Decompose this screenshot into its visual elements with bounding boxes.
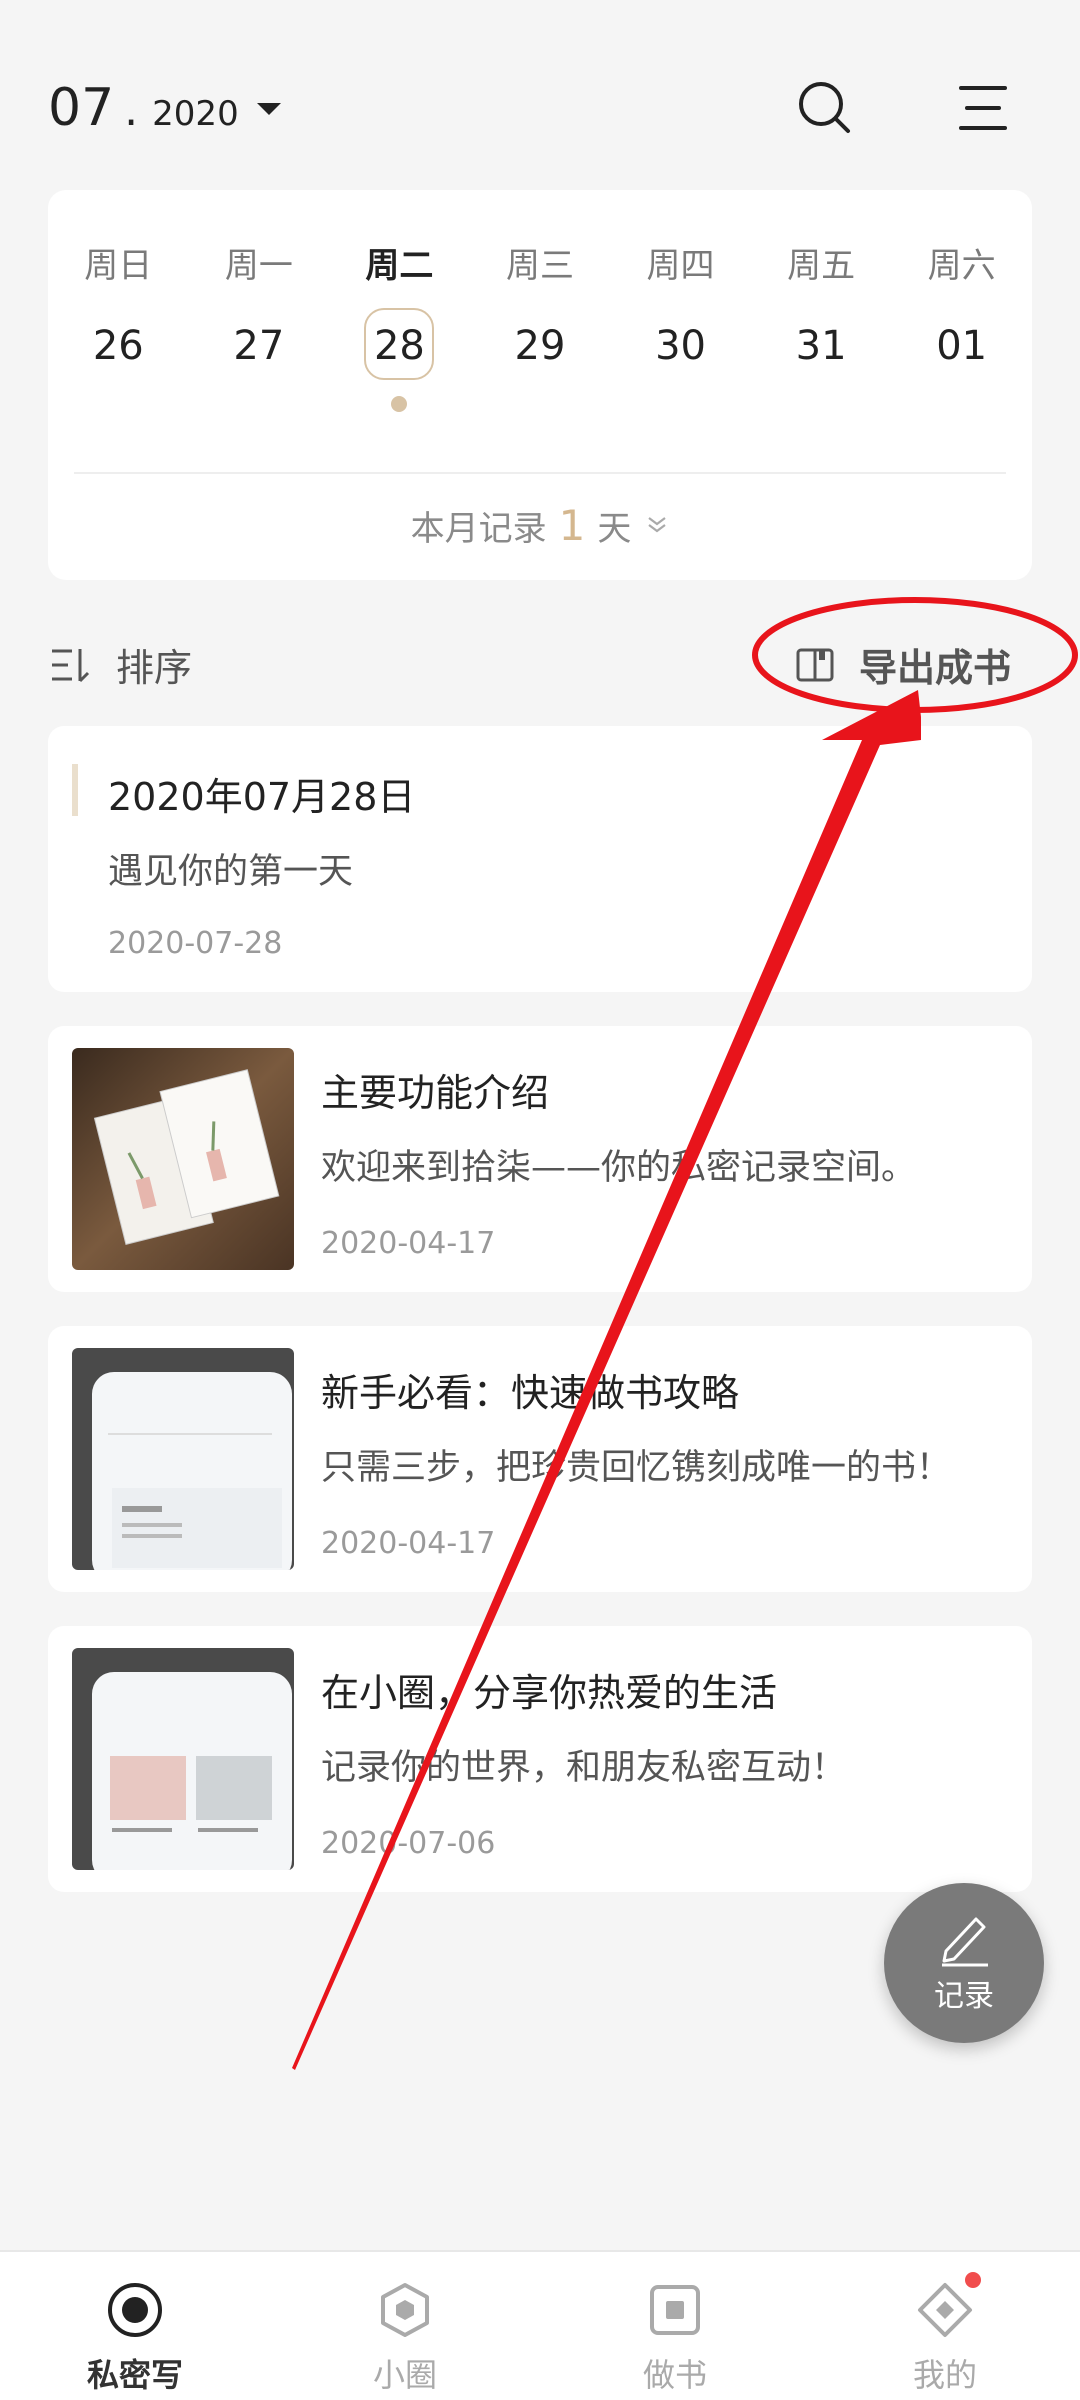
month-picker[interactable]: 07 . 2020 — [48, 78, 281, 138]
book-square-icon — [650, 2285, 700, 2335]
phone-screenshot-thumbnail — [72, 1348, 294, 1570]
date-cell[interactable]: 01 — [891, 308, 1032, 384]
weekday-label: 周五 — [787, 246, 856, 286]
weekday-label: 周三 — [505, 246, 574, 286]
nav-label: 我的 — [912, 2356, 977, 2394]
diamond-icon — [918, 2283, 972, 2337]
new-record-button[interactable]: 记录 — [884, 1883, 1044, 2043]
date-cell[interactable]: 27 — [189, 308, 330, 384]
date-number: 29 — [514, 323, 566, 369]
weekday-label: 周四 — [646, 246, 715, 286]
date-row: 26 27 28 29 30 31 01 — [48, 308, 1032, 412]
header: 07 . 2020 — [0, 0, 1080, 190]
export-book-button[interactable]: 导出成书 — [795, 637, 1011, 692]
record-circle-icon — [108, 2283, 162, 2337]
date-cell[interactable]: 30 — [610, 308, 751, 384]
summary-suffix: 天 — [597, 508, 632, 549]
date-number: 27 — [233, 323, 285, 369]
pen-icon — [942, 1917, 988, 1967]
date-cell[interactable]: 26 — [48, 308, 189, 384]
new-record-label: 记录 — [934, 1979, 994, 2014]
entry-accent-bar — [72, 764, 78, 816]
year-number: 2020 — [152, 94, 239, 134]
date-number: 26 — [92, 323, 144, 369]
list-toolbar: 排序 导出成书 — [0, 625, 1080, 705]
book-photo-image — [72, 1048, 294, 1270]
entry-date: 2020-04-17 — [321, 1526, 496, 1561]
calendar-divider — [74, 472, 1006, 474]
journal-entry[interactable]: 2020年07月28日 遇见你的第一天 2020-07-28 — [48, 726, 1032, 992]
sort-label: 排序 — [116, 646, 193, 690]
summary-prefix: 本月记录 — [410, 508, 547, 549]
nav-item-make-book[interactable]: 做书 — [540, 2252, 810, 2400]
entry-text: 主要功能介绍 欢迎来到拾柒——你的私密记录空间。 — [321, 1062, 1002, 1190]
entry-excerpt: 遇见你的第一天 — [108, 852, 354, 892]
nav-label: 小圈 — [372, 2356, 437, 2394]
weekday-label: 周一 — [224, 246, 293, 286]
date-number: 01 — [936, 323, 988, 369]
menu-button[interactable] — [953, 78, 1013, 138]
search-button[interactable] — [795, 78, 855, 138]
date-number: 30 — [655, 323, 706, 369]
entry-title: 在小圈，分享你热爱的生活 — [321, 1671, 778, 1715]
entry-excerpt: 只需三步，把珍贵回忆镌刻成唯一的书！ — [321, 1448, 952, 1488]
menu-icon — [959, 86, 1007, 130]
week-calendar: 周日 周一 周二 周三 周四 周五 周六 26 27 28 29 30 31 0… — [48, 190, 1032, 580]
date-cell-selected[interactable]: 28 — [329, 308, 470, 412]
book-open-icon — [796, 648, 834, 681]
book-photo-thumbnail — [72, 1048, 294, 1270]
nav-label: 做书 — [642, 2356, 707, 2394]
nav-item-circle[interactable]: 小圈 — [270, 2252, 540, 2400]
month-separator: . — [124, 85, 139, 136]
weekday-label: 周日 — [84, 246, 153, 286]
summary-count: 1 — [558, 500, 586, 550]
sort-button[interactable]: 排序 — [48, 637, 192, 692]
phone-screenshot-image — [72, 1648, 294, 1870]
article-entry[interactable]: 新手必看：快速做书攻略 只需三步，把珍贵回忆镌刻成唯一的书！ 2020-04-1… — [48, 1326, 1032, 1592]
entry-excerpt: 记录你的世界，和朋友私密互动！ — [321, 1748, 847, 1788]
entry-title: 2020年07月28日 — [108, 775, 416, 819]
article-entry[interactable]: 主要功能介绍 欢迎来到拾柒——你的私密记录空间。 2020-04-17 — [48, 1026, 1032, 1292]
entry-title: 主要功能介绍 — [321, 1071, 550, 1115]
date-cell[interactable]: 29 — [470, 308, 611, 384]
entry-date: 2020-04-17 — [321, 1226, 496, 1261]
entry-text: 在小圈，分享你热爱的生活 记录你的世界，和朋友私密互动！ — [321, 1662, 1002, 1790]
sort-icon — [52, 648, 90, 682]
record-indicator-dot — [391, 396, 408, 412]
date-cell[interactable]: 31 — [751, 308, 892, 384]
double-chevron-down-icon — [648, 517, 667, 533]
entry-text: 新手必看：快速做书攻略 只需三步，把珍贵回忆镌刻成唯一的书！ — [321, 1362, 1002, 1490]
nav-item-private-write[interactable]: 私密写 — [0, 2252, 270, 2400]
entry-text: 2020年07月28日 遇见你的第一天 — [108, 766, 1002, 894]
search-icon — [799, 82, 850, 133]
nav-label: 私密写 — [86, 2356, 183, 2394]
article-entry[interactable]: 在小圈，分享你热爱的生活 记录你的世界，和朋友私密互动！ 2020-07-06 — [48, 1626, 1032, 1892]
entry-title: 新手必看：快速做书攻略 — [321, 1371, 740, 1415]
month-number: 07 — [48, 78, 115, 138]
export-book-label: 导出成书 — [859, 646, 1012, 690]
bottom-navigation: 私密写 小圈 做书 我的 — [0, 2250, 1080, 2400]
entry-date: 2020-07-28 — [108, 926, 283, 961]
phone-screenshot-image — [72, 1348, 294, 1570]
phone-screenshot-thumbnail — [72, 1648, 294, 1870]
weekday-label-selected: 周二 — [365, 246, 434, 286]
nav-item-mine[interactable]: 我的 — [810, 2252, 1080, 2400]
weekday-row: 周日 周一 周二 周三 周四 周五 周六 — [48, 238, 1032, 287]
notification-badge — [965, 2272, 981, 2288]
caret-down-icon — [256, 103, 281, 115]
hexagon-icon — [381, 2283, 429, 2337]
entry-date: 2020-07-06 — [321, 1826, 496, 1861]
weekday-label: 周六 — [927, 246, 996, 286]
date-number: 31 — [795, 323, 847, 369]
month-summary-toggle[interactable]: 本月记录 1 天 — [48, 490, 1032, 560]
entry-excerpt: 欢迎来到拾柒——你的私密记录空间。 — [321, 1148, 917, 1188]
date-number: 28 — [373, 323, 425, 369]
